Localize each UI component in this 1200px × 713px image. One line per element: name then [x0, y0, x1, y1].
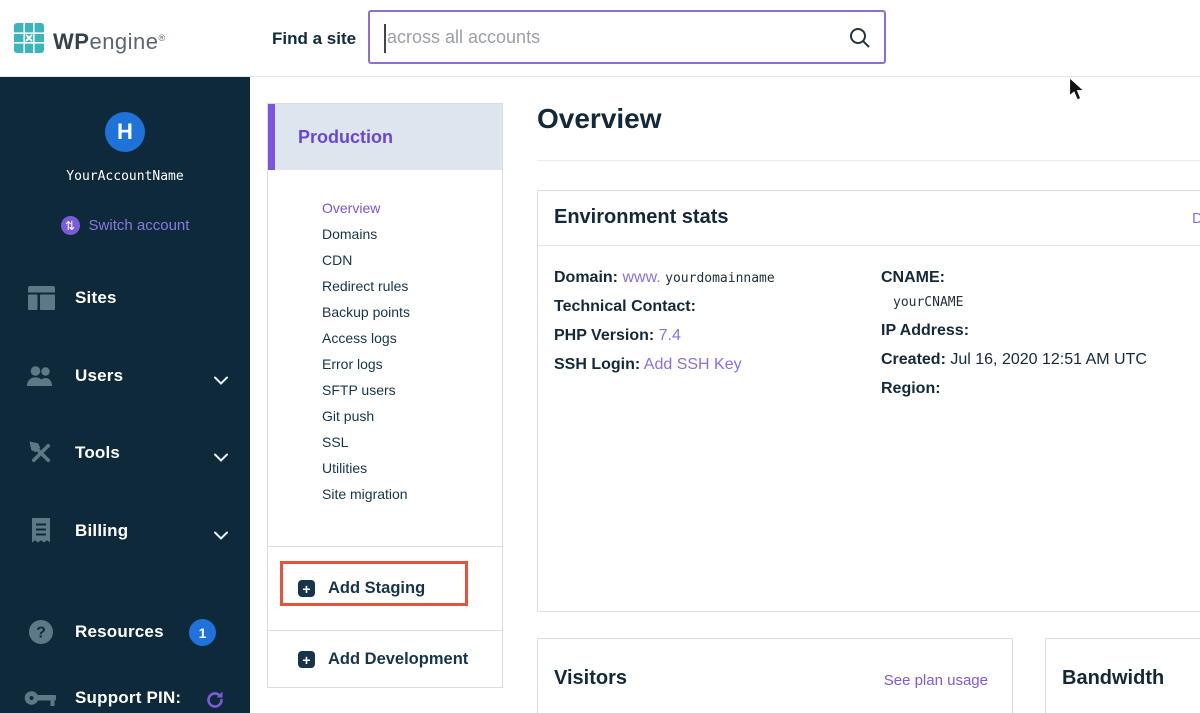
- active-environment-bar: [268, 104, 275, 170]
- account-name: YourAccountName: [66, 169, 184, 184]
- add-development-label: Add Development: [328, 650, 469, 668]
- refresh-pin-icon[interactable]: [205, 690, 225, 713]
- visitors-title: Visitors: [554, 667, 627, 689]
- notification-badge: 1: [189, 619, 216, 646]
- created-row: Created: Jul 16, 2020 12:51 AM UTC: [881, 351, 1147, 368]
- cname-row: CNAME:: [881, 269, 945, 286]
- environment-stats-card: Environment stats D Domain: www. yourdom…: [537, 190, 1200, 612]
- environment-name: Production: [298, 126, 393, 147]
- menu-item-error-logs[interactable]: Error logs: [322, 351, 502, 377]
- env-stats-left-column: Domain: www. yourdomainname Technical Co…: [554, 263, 775, 379]
- main-sidebar: H YourAccountName ⇅ Switch account Sites: [0, 77, 250, 713]
- technical-contact-row: Technical Contact:: [554, 298, 696, 315]
- php-version-row: PHP Version: 7.4: [554, 327, 681, 344]
- menu-item-utilities[interactable]: Utilities: [322, 455, 502, 481]
- switch-account-link[interactable]: ⇅ Switch account: [0, 216, 250, 235]
- sidebar-item-resources[interactable]: ? Resources 1: [0, 614, 250, 650]
- find-a-site-label: Find a site: [272, 29, 357, 48]
- svg-text:?: ?: [36, 625, 46, 642]
- add-staging-label: Add Staging: [328, 579, 426, 597]
- plus-icon: +: [298, 580, 315, 597]
- menu-item-cdn[interactable]: CDN: [322, 247, 502, 273]
- plus-icon: +: [298, 651, 315, 668]
- region-row: Region:: [881, 380, 941, 397]
- wp-engine-logo[interactable]: WPengine®: [14, 23, 165, 58]
- sidebar-item-users[interactable]: Users: [0, 358, 250, 394]
- sidebar-item-label: Support PIN:: [75, 688, 182, 707]
- switch-arrows-icon: ⇅: [60, 216, 80, 235]
- add-staging-button[interactable]: + Add Staging: [268, 546, 502, 630]
- cname-value-row: yourCNAME: [881, 292, 1147, 316]
- cname-value: yourCNAME: [893, 295, 964, 310]
- page-title: Overview: [537, 103, 662, 134]
- sidebar-item-sites[interactable]: Sites: [0, 280, 250, 316]
- users-icon: [24, 365, 58, 387]
- environment-stats-header: Environment stats D: [538, 191, 1200, 246]
- chevron-down-icon: [214, 449, 228, 467]
- sidebar-item-label: Resources: [75, 622, 164, 641]
- environment-header[interactable]: Production: [268, 104, 502, 170]
- menu-item-ssl[interactable]: SSL: [322, 429, 502, 455]
- environment-menu-list: Overview Domains CDN Redirect rules Back…: [268, 170, 502, 546]
- switch-account-label: Switch account: [88, 217, 190, 234]
- account-avatar[interactable]: H: [105, 112, 145, 152]
- site-search-input[interactable]: [370, 12, 884, 62]
- ip-address-row: IP Address:: [881, 322, 970, 339]
- sidebar-item-support-pin[interactable]: Support PIN:: [0, 680, 250, 713]
- add-ssh-key-link[interactable]: Add SSH Key: [644, 356, 742, 373]
- domain-www-link[interactable]: www.: [622, 269, 660, 286]
- menu-item-sftp-users[interactable]: SFTP users: [322, 377, 502, 403]
- menu-item-overview[interactable]: Overview: [322, 195, 502, 221]
- chevron-down-icon: [214, 372, 228, 390]
- add-development-button[interactable]: + Add Development: [268, 630, 502, 688]
- domain-row: Domain: www. yourdomainname: [554, 269, 775, 286]
- environment-stats-title: Environment stats: [554, 206, 729, 228]
- menu-item-backup-points[interactable]: Backup points: [322, 299, 502, 325]
- see-plan-usage-link[interactable]: See plan usage: [884, 672, 988, 689]
- domain-value: yourdomainname: [665, 271, 775, 286]
- menu-item-redirect-rules[interactable]: Redirect rules: [322, 273, 502, 299]
- wp-engine-logo-icon: [14, 23, 44, 58]
- site-search-box[interactable]: [368, 10, 886, 64]
- environment-menu-panel: Production Overview Domains CDN Redirect…: [267, 103, 503, 688]
- sidebar-item-billing[interactable]: Billing: [0, 513, 250, 549]
- visitors-card: Visitors See plan usage: [537, 638, 1013, 713]
- sidebar-item-label: Sites: [75, 288, 117, 307]
- sites-icon: [24, 286, 58, 310]
- text-caret: [384, 24, 386, 53]
- top-bar: WPengine® Find a site: [0, 0, 1200, 77]
- sidebar-item-tools[interactable]: Tools: [0, 435, 250, 471]
- sidebar-item-label: Users: [75, 366, 124, 385]
- chevron-down-icon: [214, 527, 228, 545]
- billing-icon: [24, 518, 58, 544]
- bandwidth-title: Bandwidth: [1062, 667, 1165, 689]
- key-icon: [24, 689, 58, 707]
- registered-mark: ®: [158, 33, 166, 43]
- bandwidth-card: Bandwidth: [1045, 638, 1200, 713]
- created-value: Jul 16, 2020 12:51 AM UTC: [950, 351, 1147, 368]
- wp-engine-app: WPengine® Find a site H YourAccountName …: [0, 0, 1200, 713]
- wp-engine-logo-text: WPengine®: [53, 29, 166, 54]
- sidebar-item-label: Tools: [75, 443, 121, 462]
- menu-item-site-migration[interactable]: Site migration: [322, 481, 502, 507]
- menu-item-domains[interactable]: Domains: [322, 221, 502, 247]
- mouse-cursor: [1068, 76, 1087, 108]
- menu-item-access-logs[interactable]: Access logs: [322, 325, 502, 351]
- title-divider: [537, 160, 1200, 161]
- help-circle-icon: ?: [24, 619, 58, 645]
- env-stats-right-column: CNAME: yourCNAME IP Address: Created: Ju…: [881, 263, 1147, 403]
- search-icon[interactable]: [849, 27, 871, 54]
- php-version-link[interactable]: 7.4: [659, 327, 681, 344]
- sidebar-item-label: Billing: [75, 521, 129, 540]
- ssh-login-row: SSH Login: Add SSH Key: [554, 356, 742, 373]
- tools-icon: [24, 440, 58, 466]
- menu-item-git-push[interactable]: Git push: [322, 403, 502, 429]
- details-link[interactable]: D: [1192, 210, 1200, 227]
